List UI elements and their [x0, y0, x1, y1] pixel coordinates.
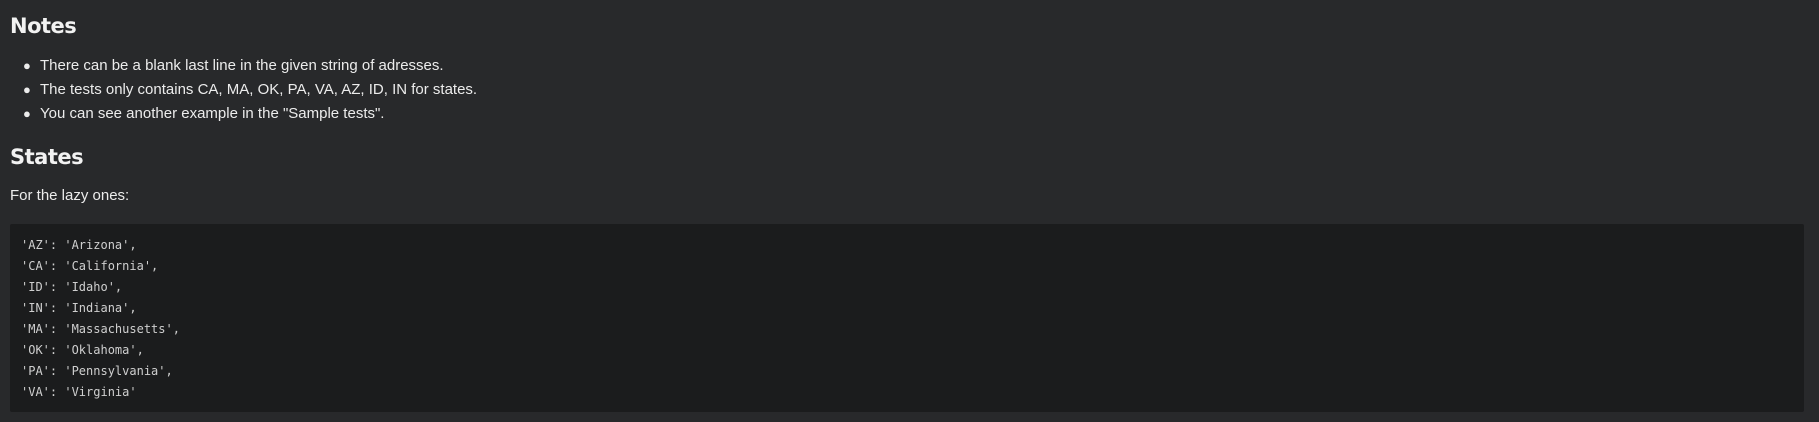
kata-description: Notes ● There can be a blank last line i… [0, 0, 1819, 422]
list-item: ● There can be a blank last line in the … [23, 54, 477, 78]
code-block: 'AZ': 'Arizona', 'CA': 'California', 'ID… [10, 224, 1804, 412]
code-line: 'ID': 'Idaho', [21, 280, 123, 294]
note-text: The tests only contains CA, MA, OK, PA, … [40, 81, 478, 98]
code-line: 'MA': 'Massachusetts', [21, 322, 180, 336]
note-text: There can be a blank last line in the gi… [40, 57, 444, 74]
notes-heading: Notes [10, 14, 77, 38]
code-line: 'OK': 'Oklahoma', [21, 343, 144, 357]
states-intro: For the lazy ones: [10, 187, 130, 204]
bullet-icon: ● [23, 106, 31, 121]
states-heading: States [10, 145, 84, 169]
notes-list: ● There can be a blank last line in the … [10, 54, 477, 126]
code-line: 'AZ': 'Arizona', [21, 238, 137, 252]
note-text: You can see another example in the "Samp… [40, 105, 385, 122]
code-line: 'PA': 'Pennsylvania', [21, 364, 173, 378]
code-line: 'VA': 'Virginia' [21, 385, 137, 399]
code-line: 'IN': 'Indiana', [21, 301, 137, 315]
list-item: ● The tests only contains CA, MA, OK, PA… [23, 78, 478, 102]
bullet-icon: ● [23, 58, 31, 73]
bullet-icon: ● [23, 82, 31, 97]
code-line: 'CA': 'California', [21, 259, 159, 273]
list-item: ● You can see another example in the "Sa… [23, 102, 477, 126]
